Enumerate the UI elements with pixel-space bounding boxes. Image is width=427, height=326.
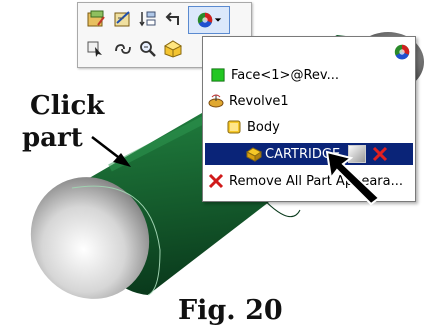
select-other-icon[interactable] — [84, 37, 108, 61]
menu-item-face[interactable]: Face<1>@Rev... — [203, 64, 421, 86]
appearance-button[interactable] — [188, 6, 230, 34]
edit-sketch-icon[interactable] — [111, 7, 135, 31]
menu-item-cartridge[interactable]: CARTRIDGE — [205, 143, 413, 165]
body-icon — [225, 118, 243, 136]
face-icon — [209, 66, 227, 84]
rebuild-icon[interactable] — [136, 7, 160, 31]
zoom-icon[interactable] — [136, 37, 160, 61]
appearance-icon — [197, 12, 213, 28]
menu-item-body[interactable]: Body — [203, 116, 427, 138]
menu-item-label: Face<1>@Rev... — [231, 67, 339, 83]
part-icon — [245, 145, 263, 163]
menu-item-label: Body — [247, 119, 280, 135]
menu-item-label: Revolve1 — [229, 93, 289, 109]
figure-caption: Fig. 20 — [178, 295, 283, 326]
remove-x-icon — [207, 172, 225, 190]
appearance-popup: Face<1>@Rev... Revolve1 Body CARTRIDGE R… — [202, 36, 416, 202]
link-icon[interactable] — [111, 37, 135, 61]
back-arrow-icon[interactable] — [161, 7, 185, 31]
menu-item-revolve[interactable]: Revolve1 — [203, 90, 419, 112]
edit-feature-icon[interactable] — [84, 7, 108, 31]
dropdown-arrow-icon — [214, 18, 222, 22]
hide-show-icon[interactable] — [161, 37, 185, 61]
menu-item-remove-all[interactable]: Remove All Part Appeara... — [203, 170, 419, 192]
click-label: Click — [30, 91, 105, 121]
appearance-wheel-icon — [394, 44, 410, 60]
revolve-icon — [207, 92, 225, 110]
part-label: part — [22, 123, 83, 153]
pointer-arrow-icon — [325, 150, 381, 206]
callout-arrow — [91, 136, 123, 161]
